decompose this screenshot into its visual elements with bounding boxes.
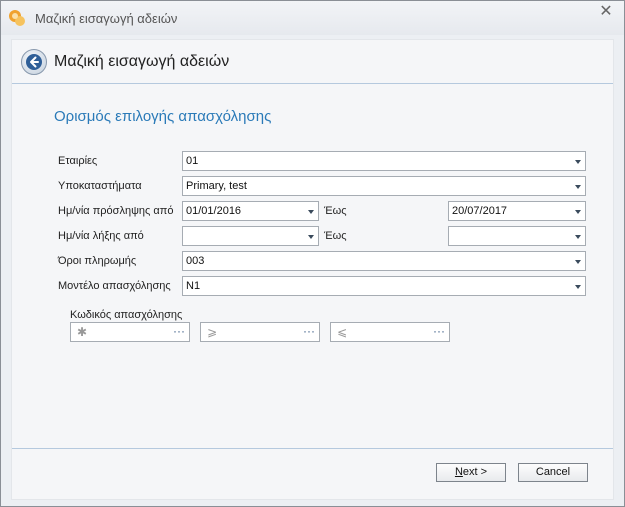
employment-code-all-picker[interactable]: ✱ ··· xyxy=(70,322,190,342)
window-title: Μαζική εισαγωγή αδειών xyxy=(35,11,178,26)
employment-code-from-picker[interactable]: ⩾ ··· xyxy=(200,322,320,342)
hire-date-to-value: 20/07/2017 xyxy=(452,205,508,217)
footer-divider xyxy=(12,448,613,449)
dropdown-arrow-icon[interactable] xyxy=(308,210,314,214)
ellipsis-icon[interactable]: ··· xyxy=(303,324,315,338)
dropdown-arrow-icon[interactable] xyxy=(575,160,581,164)
payment-terms-value: 003 xyxy=(186,255,205,267)
hire-date-from-value: 01/01/2016 xyxy=(186,205,242,217)
page-header-row: Μαζική εισαγωγή αδειών xyxy=(12,40,613,84)
companies-label: Εταιρίες xyxy=(58,155,98,167)
payment-terms-combo[interactable]: 003 xyxy=(182,251,586,271)
hire-date-from-picker[interactable]: 01/01/2016 xyxy=(182,201,319,221)
dropdown-arrow-icon[interactable] xyxy=(575,210,581,214)
companies-value: 01 xyxy=(186,155,199,167)
greater-equal-icon: ⩾ xyxy=(207,325,218,339)
employment-model-label: Μοντέλο απασχόλησης xyxy=(58,280,171,292)
dialog-window: Μαζική εισαγωγή αδειών ✕ Μαζική εισαγωγή… xyxy=(0,0,625,507)
app-logo-icon xyxy=(7,8,27,28)
end-date-from-picker[interactable] xyxy=(182,226,319,246)
dropdown-arrow-icon[interactable] xyxy=(575,185,581,189)
next-button-mnemonic: N xyxy=(454,466,463,478)
end-date-to-label: Έως xyxy=(324,230,347,242)
hire-date-to-picker[interactable]: 20/07/2017 xyxy=(448,201,586,221)
branches-combo[interactable]: Primary, test xyxy=(182,176,586,196)
page-title: Μαζική εισαγωγή αδειών xyxy=(54,53,230,70)
dropdown-arrow-icon[interactable] xyxy=(575,285,581,289)
dropdown-arrow-icon[interactable] xyxy=(575,260,581,264)
branches-label: Υποκαταστήματα xyxy=(58,180,142,192)
ellipsis-icon[interactable]: ··· xyxy=(433,324,445,338)
asterisk-icon: ✱ xyxy=(77,325,88,339)
end-date-from-label: Ημ/νία λήξης από xyxy=(58,230,144,242)
hire-date-from-label: Ημ/νία πρόσληψης από xyxy=(58,205,174,217)
branches-value: Primary, test xyxy=(186,180,247,192)
payment-terms-label: Όροι πληρωμής xyxy=(58,255,137,267)
next-button[interactable]: Next > xyxy=(436,463,506,482)
dropdown-arrow-icon[interactable] xyxy=(308,235,314,239)
dropdown-arrow-icon[interactable] xyxy=(575,235,581,239)
cancel-button[interactable]: Cancel xyxy=(518,463,588,482)
employment-model-value: N1 xyxy=(186,280,201,292)
header-divider xyxy=(12,83,613,84)
less-equal-icon: ⩽ xyxy=(337,325,348,339)
back-arrow-icon[interactable] xyxy=(21,49,47,75)
employment-code-to-picker[interactable]: ⩽ ··· xyxy=(330,322,450,342)
end-date-to-picker[interactable] xyxy=(448,226,586,246)
title-bar: Μαζική εισαγωγή αδειών ✕ xyxy=(1,1,624,35)
hire-date-to-label: Έως xyxy=(324,205,347,217)
employment-model-combo[interactable]: N1 xyxy=(182,276,586,296)
content-panel: Μαζική εισαγωγή αδειών Ορισμός επιλογής … xyxy=(11,39,614,500)
next-button-label: ext > xyxy=(462,466,488,478)
close-icon[interactable]: ✕ xyxy=(596,3,616,21)
companies-combo[interactable]: 01 xyxy=(182,151,586,171)
employment-code-label: Κωδικός απασχόλησης xyxy=(70,309,183,321)
section-title: Ορισμός επιλογής απασχόλησης xyxy=(54,108,272,125)
ellipsis-icon[interactable]: ··· xyxy=(173,324,185,338)
